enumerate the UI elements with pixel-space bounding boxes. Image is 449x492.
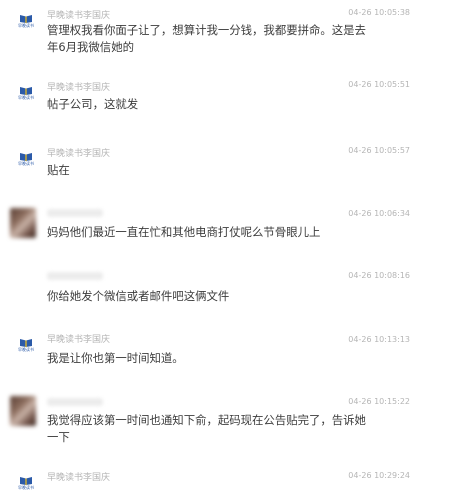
sender-name-redacted <box>47 272 103 280</box>
chat-message: 04-26 10:06:34 妈妈他们最近一直在忙和其他电商打仗呢么节骨眼儿上 <box>0 206 449 254</box>
sender-name: 早晚读书李国庆 <box>47 149 111 159</box>
sender-name-redacted <box>47 209 103 217</box>
book-logo-icon <box>20 476 32 485</box>
chat-message: 早晚读书 早晚读书李国庆 04-26 10:05:57 贴在 <box>0 146 449 186</box>
sender-name: 早晚读书李国庆 <box>47 473 111 483</box>
sender-name: 早晚读书李国庆 <box>47 11 111 21</box>
chat-log: 早晚读书 早晚读书李国庆 04-26 10:05:38 管理权我看你面子让了，想… <box>0 0 449 492</box>
message-time: 04-26 10:08:16 <box>348 271 410 280</box>
message-text: 妈妈他们最近一直在忙和其他电商打仗呢么节骨眼儿上 <box>47 225 321 239</box>
sender-name: 早晚读书李国庆 <box>47 83 111 93</box>
book-logo-icon <box>20 338 32 347</box>
message-text: 贴在 <box>47 163 70 177</box>
sender-avatar-photo[interactable] <box>10 396 36 426</box>
logo-text: 早晚读书 <box>18 94 34 100</box>
sender-avatar-logo[interactable]: 早晚读书 <box>16 10 36 30</box>
book-logo-icon <box>20 152 32 161</box>
message-time: 04-26 10:05:57 <box>348 146 410 155</box>
message-time: 04-26 10:05:51 <box>348 80 410 89</box>
chat-message: 04-26 10:08:16 你给她发个微信或者邮件吧这俩文件 <box>0 268 449 310</box>
logo-text: 早晚读书 <box>18 346 34 352</box>
book-logo-icon <box>20 14 32 23</box>
sender-avatar-logo[interactable]: 早晚读书 <box>16 82 36 102</box>
book-logo-icon <box>20 86 32 95</box>
message-text: 你给她发个微信或者邮件吧这俩文件 <box>47 289 230 303</box>
chat-message: 早晚读书 早晚读书李国庆 04-26 10:29:24 <box>0 468 449 492</box>
message-time: 04-26 10:13:13 <box>348 335 410 344</box>
chat-message: 早晚读书 早晚读书李国庆 04-26 10:05:38 管理权我看你面子让了，想… <box>0 8 449 72</box>
message-text: 我是让你也第一时间知道。 <box>47 351 184 365</box>
logo-text: 早晚读书 <box>18 484 34 490</box>
message-text: 我觉得应该第一时间也通知下俞，起码现在公告贴完了，告诉她一下 <box>47 413 366 444</box>
sender-avatar-logo[interactable]: 早晚读书 <box>16 334 36 354</box>
sender-name-redacted <box>47 398 103 406</box>
chat-message: 早晚读书 早晚读书李国庆 04-26 10:05:51 帖子公司，这就发 <box>0 80 449 120</box>
sender-avatar-logo[interactable]: 早晚读书 <box>16 148 36 168</box>
message-text: 帖子公司，这就发 <box>47 97 139 111</box>
chat-message: 早晚读书 早晚读书李国庆 04-26 10:13:13 我是让你也第一时间知道。 <box>0 332 449 374</box>
sender-avatar-logo[interactable]: 早晚读书 <box>16 472 36 492</box>
sender-name: 早晚读书李国庆 <box>47 335 111 345</box>
message-text: 管理权我看你面子让了，想算计我一分钱，我都要拼命。这是去年6月我微信她的 <box>47 23 366 54</box>
sender-avatar-photo[interactable] <box>10 208 36 238</box>
message-time: 04-26 10:06:34 <box>348 209 410 218</box>
message-time: 04-26 10:15:22 <box>348 397 410 406</box>
logo-text: 早晚读书 <box>18 160 34 166</box>
message-time: 04-26 10:05:38 <box>348 8 410 17</box>
message-time: 04-26 10:29:24 <box>348 471 410 480</box>
chat-message: 04-26 10:15:22 我觉得应该第一时间也通知下俞，起码现在公告贴完了，… <box>0 394 449 454</box>
logo-text: 早晚读书 <box>18 22 34 28</box>
